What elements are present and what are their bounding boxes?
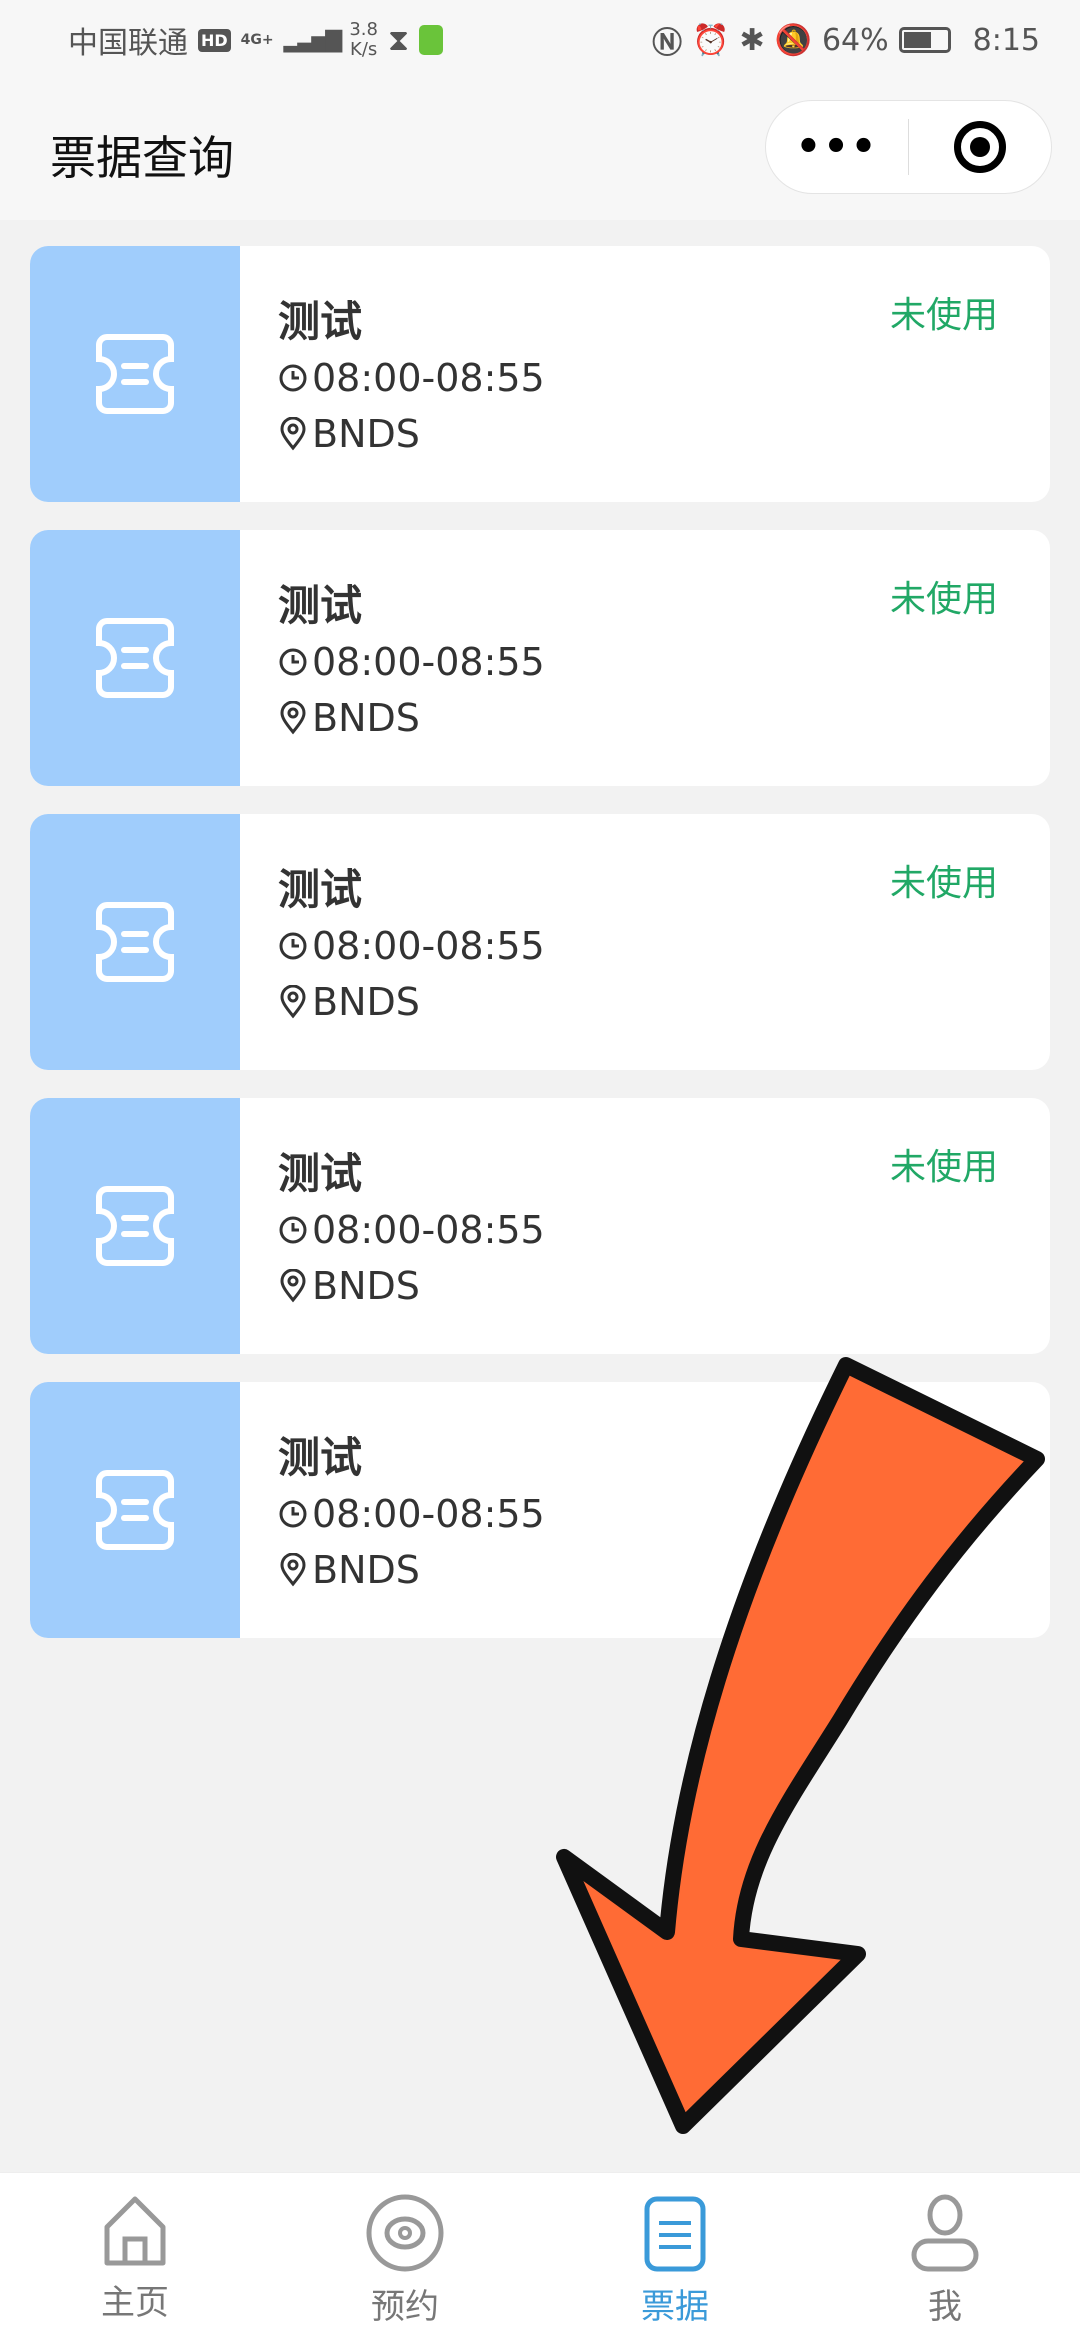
ticket-status-badge: 未使用 [889,579,998,620]
tab-label: 主页 [101,2283,169,2323]
nav-bar: 票据查询 ••• [0,80,1080,220]
target-icon [954,121,1006,173]
ticket-thumbnail [30,530,240,786]
tab-home[interactable]: 主页 [0,2173,270,2340]
mute-icon: 🔕 [774,22,812,58]
nfc-icon: Ⓝ [652,26,683,61]
ticket-name: 测试 [278,581,363,630]
ticket-card[interactable]: 测试 08:00-08:55 BNDS 未使用 [30,246,1050,502]
ticket-status-badge: 未使用 [889,1147,998,1188]
clock-icon [279,648,307,676]
ticket-name: 测试 [278,1149,363,1198]
tab-me[interactable]: 我 [810,2173,1080,2340]
ticket-card[interactable]: 测试 08:00-08:55 BNDS 未使用 [30,1098,1050,1354]
ticket-time: 08:00-08:55 [312,924,545,968]
tab-label: 票据 [641,2287,709,2327]
ticket-time-row: 08:00-08:55 [278,634,545,690]
carrier: 中国联通 [68,26,188,61]
ticket-time-row: 08:00-08:55 [278,918,545,974]
ticket-name: 测试 [278,865,363,914]
clock-icon [279,932,307,960]
ticket-icon [96,334,174,414]
ticket-status-badge: 未使用 [889,863,998,904]
hourglass-icon: ⧗ [387,22,410,58]
close-button[interactable] [909,121,1051,173]
alarm-icon: ⏰ [692,22,730,58]
ticket-location: BNDS [312,412,420,456]
location-pin-icon [280,1269,306,1303]
location-pin-icon [280,1553,306,1587]
battery-icon [898,27,951,53]
ticket-location-row: BNDS [278,690,545,746]
ticket-location: BNDS [312,1548,420,1592]
tab-tickets[interactable]: 票据 [540,2173,810,2340]
ticket-status-badge: 未使用 [889,295,998,336]
ticket-time-row: 08:00-08:55 [278,350,545,406]
tab-label: 预约 [371,2287,439,2327]
ticket-location-row: BNDS [278,1542,545,1598]
signal-icon: 4G+ [240,32,274,48]
hd-icon: HD [198,28,231,52]
bluetooth-icon: ✱ [739,22,765,58]
net-speed-unit: K/s [350,39,378,60]
ticket-location-row: BNDS [278,406,545,462]
ticket-thumbnail [30,1098,240,1354]
tab-reservation[interactable]: 预约 [270,2173,540,2340]
ticket-time: 08:00-08:55 [312,640,545,684]
more-button[interactable]: ••• [766,124,908,170]
ticket-thumbnail [30,246,240,502]
ticket-location-row: BNDS [278,1258,545,1314]
ticket-location-row: BNDS [278,974,545,1030]
clock-icon [279,1216,307,1244]
ticket-list: 测试 08:00-08:55 BNDS 未使用 测试 08:00-08:55 B… [30,246,1050,1666]
mini-program-capsule: ••• [765,100,1052,194]
ticket-time: 08:00-08:55 [312,356,545,400]
ticket-icon [96,902,174,982]
location-pin-icon [280,701,306,735]
status-bar: 中国联通 HD 4G+ ▂▃▅▇ 3.8 K/s ⧗ Ⓝ ⏰ ✱ 🔕 64% 8:… [0,0,1080,80]
eye-icon [366,2194,444,2272]
net-speed: 3.8 K/s [349,20,378,60]
ticket-name: 测试 [278,1433,363,1482]
user-icon [911,2194,979,2272]
ticket-location: BNDS [312,1264,420,1308]
ticket-time-row: 08:00-08:55 [278,1202,545,1258]
ticket-thumbnail [30,814,240,1070]
app-notification-icon [419,25,444,55]
clock-icon [279,364,307,392]
ticket-location: BNDS [312,696,420,740]
ticket-list-icon [644,2196,706,2272]
location-pin-icon [280,985,306,1019]
ticket-card[interactable]: 测试 08:00-08:55 BNDS [30,1382,1050,1638]
ticket-thumbnail [30,1382,240,1638]
ticket-icon [96,618,174,698]
location-pin-icon [280,417,306,451]
ticket-icon [96,1470,174,1550]
ticket-time: 08:00-08:55 [312,1492,545,1536]
clock-icon [279,1500,307,1528]
signal-bars-icon: ▂▃▅▇ [283,27,343,53]
page-title: 票据查询 [50,131,234,185]
clock: 8:15 [972,22,1040,58]
tab-label: 我 [928,2287,962,2327]
home-icon [104,2196,166,2266]
ticket-time: 08:00-08:55 [312,1208,545,1252]
ticket-time-row: 08:00-08:55 [278,1486,545,1542]
ticket-icon [96,1186,174,1266]
battery-percent: 64% [821,22,889,58]
ticket-card[interactable]: 测试 08:00-08:55 BNDS 未使用 [30,530,1050,786]
ticket-card[interactable]: 测试 08:00-08:55 BNDS 未使用 [30,814,1050,1070]
ticket-name: 测试 [278,297,363,346]
net-speed-value: 3.8 [349,19,378,40]
ticket-location: BNDS [312,980,420,1024]
tab-bar: 主页 预约 票据 我 [0,2172,1080,2340]
